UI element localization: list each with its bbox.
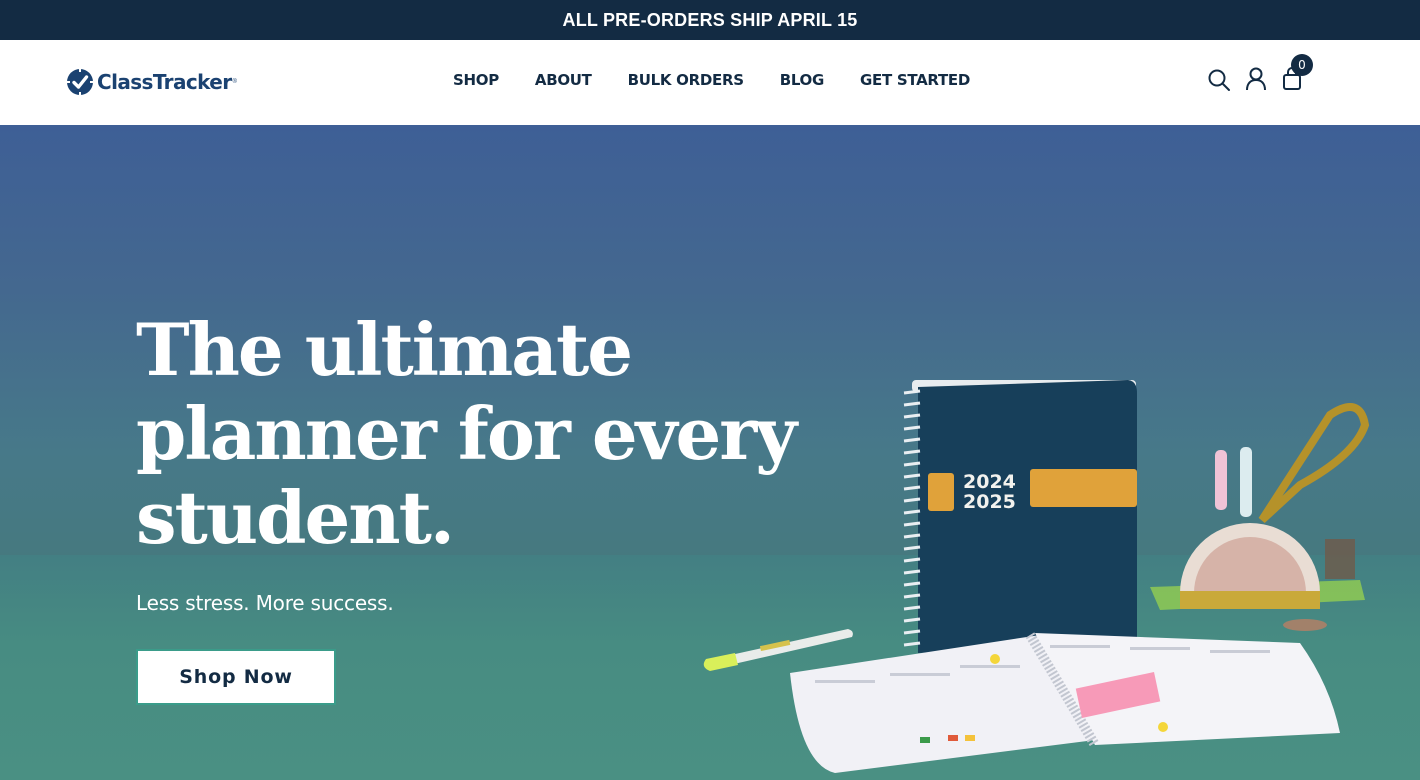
announcement-text: ALL PRE-ORDERS SHIP APRIL 15 [562,9,858,30]
site-header: ClassTracker ® SHOP ABOUT BULK ORDERS BL… [0,40,1420,125]
hero-banner: 2024 2025 The ultimate planner for every… [0,125,1420,780]
header-actions: 0 [1205,54,1325,104]
hero-title: The ultimate planner for every student. [136,308,836,560]
hero-subtitle: Less stress. More success. [136,591,394,615]
logo-check-icon [66,68,94,96]
planner-year-top: 2024 [963,471,1016,493]
nav-get-started[interactable]: GET STARTED [860,71,970,89]
logo-registered-mark: ® [232,79,237,85]
logo-link[interactable]: ClassTracker ® [66,68,237,96]
planner-year-bottom: 2025 [963,491,1016,513]
nav-shop[interactable]: SHOP [453,71,499,89]
cart-count-badge: 0 [1291,54,1313,76]
nav-bulk-orders[interactable]: BULK ORDERS [628,71,744,89]
nav-blog[interactable]: BLOG [780,71,825,89]
account-icon[interactable] [1245,67,1267,91]
hero-title-line-1: The ultimate [136,307,633,392]
logo-text: ClassTracker [97,70,232,94]
announcement-bar: ALL PRE-ORDERS SHIP APRIL 15 [0,0,1420,40]
hero-title-line-3: student. [136,475,455,560]
hero-title-line-2: planner for every [136,391,797,476]
search-icon[interactable] [1207,68,1231,92]
main-nav: SHOP ABOUT BULK ORDERS BLOG GET STARTED [453,71,970,89]
shop-now-button[interactable]: Shop Now [136,649,336,705]
nav-about[interactable]: ABOUT [535,71,592,89]
